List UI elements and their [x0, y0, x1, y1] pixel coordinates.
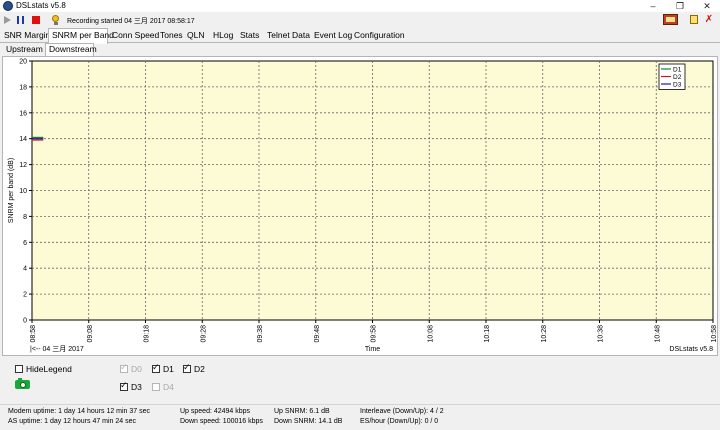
- legend-label-d1: D1: [673, 66, 682, 73]
- chart-frame: 0 2 4 6 8 10 12 14 16 18 20 08:58 09:08 09:18 09:28 09:…: [2, 56, 718, 356]
- legend-label-d3: D3: [673, 81, 682, 88]
- window-title: DSLstats v5.8: [16, 1, 66, 10]
- band-checkbox-d4: D4: [152, 381, 174, 392]
- legend-controls: HideLegend D0 D1 D2 D3 D4: [0, 356, 720, 398]
- modem-uptime: Modem uptime: 1 day 14 hours 12 min 37 s…: [8, 408, 151, 415]
- x-tick-label: 10:18: [484, 325, 491, 343]
- band-label-d3: D3: [131, 381, 142, 392]
- date-label: |<-- 04 三月 2017: [30, 345, 84, 353]
- maximize-button[interactable]: ❐: [667, 0, 693, 12]
- band-box-d3[interactable]: [120, 380, 128, 391]
- pause-icon[interactable]: [17, 16, 24, 24]
- band-label-d0: D0: [131, 363, 142, 374]
- minimize-button[interactable]: –: [640, 0, 666, 12]
- camera-icon[interactable]: [15, 378, 30, 389]
- x-axis-label: Time: [365, 346, 380, 353]
- band-box-d4: [152, 382, 160, 391]
- y-tick-label: 14: [19, 136, 27, 143]
- y-axis-label: SNRM per band (dB): [8, 158, 15, 223]
- snrm-chart: 0 2 4 6 8 10 12 14 16 18 20 08:58 09:08 09:18 09:28 09:…: [8, 59, 717, 354]
- tab-tones[interactable]: Tones: [157, 29, 183, 43]
- y-tick-label: 10: [19, 188, 27, 195]
- app-icon: [3, 1, 13, 11]
- toolbar: Recording started 04 三月 2017 08:58:17 ✗: [0, 12, 720, 28]
- x-tick-label: 09:18: [144, 325, 151, 343]
- band-label-d4: D4: [163, 381, 174, 392]
- x-tick-label: 10:58: [711, 325, 717, 343]
- sub-tabs: Upstream Downstream: [0, 43, 720, 56]
- y-tick-label: 2: [23, 292, 27, 299]
- up-speed: Up speed: 42494 kbps: [180, 408, 251, 415]
- hide-legend-checkbox[interactable]: HideLegend: [15, 363, 72, 374]
- x-tick-label: 10:38: [598, 325, 605, 343]
- close-button[interactable]: ✕: [694, 0, 720, 12]
- tab-snrm-per-band[interactable]: SNRM per Band: [48, 28, 114, 44]
- x-tick-label: 10:48: [654, 325, 661, 343]
- x-tick-label: 09:28: [200, 325, 207, 343]
- report-icon[interactable]: [663, 14, 678, 25]
- tab-snr-margin[interactable]: SNR Margin: [1, 29, 50, 43]
- band-label-d1: D1: [163, 363, 174, 374]
- lightbulb-base: [54, 22, 58, 25]
- x-tick-label: 10:28: [541, 325, 548, 343]
- es-per-hour: ES/hour (Down/Up): 0 / 0: [360, 418, 439, 425]
- y-tick-label: 6: [23, 240, 27, 247]
- status-bar: Modem uptime: 1 day 14 hours 12 min 37 s…: [0, 404, 720, 430]
- band-box-d1[interactable]: [152, 362, 160, 373]
- hide-legend-box[interactable]: [15, 364, 23, 373]
- main-tabs: SNR Margin SNRM per Band Conn Speed Tone…: [0, 28, 720, 44]
- y-tick-label: 0: [23, 318, 27, 325]
- as-uptime: AS uptime: 1 day 12 hours 47 min 24 sec: [8, 418, 137, 425]
- subtab-upstream[interactable]: Upstream: [3, 44, 45, 56]
- y-tick-label: 18: [19, 84, 27, 91]
- band-checkbox-d1[interactable]: D1: [152, 362, 174, 374]
- band-box-d0: [120, 362, 128, 373]
- y-tick-label: 12: [19, 162, 27, 169]
- disconnect-icon[interactable]: ✗: [703, 14, 715, 25]
- y-tick-label: 8: [23, 214, 27, 221]
- band-label-d2: D2: [194, 363, 205, 374]
- x-tick-label: 09:58: [371, 325, 378, 343]
- x-tick-label: 09:38: [257, 325, 264, 343]
- band-checkbox-d2[interactable]: D2: [183, 362, 205, 374]
- watermark-label: DSLstats v5.8: [669, 346, 713, 353]
- y-tick-label: 16: [19, 110, 27, 117]
- band-checkbox-d3[interactable]: D3: [120, 380, 142, 392]
- tab-conn-speed[interactable]: Conn Speed: [109, 29, 159, 43]
- interleave: Interleave (Down/Up): 4 / 2: [360, 408, 444, 415]
- x-tick-label: 09:48: [314, 325, 321, 343]
- x-tick-label: 10:08: [427, 325, 434, 343]
- stop-icon[interactable]: [32, 16, 40, 24]
- legend-label-d2: D2: [673, 74, 682, 81]
- play-icon[interactable]: [4, 16, 11, 24]
- hide-legend-label: HideLegend: [26, 363, 72, 374]
- up-snrm: Up SNRM: 6.1 dB: [274, 408, 330, 415]
- x-tick-label: 09:08: [87, 325, 94, 343]
- x-tick-label: 08:58: [30, 325, 37, 343]
- tab-telnet-data[interactable]: Telnet Data: [264, 29, 311, 43]
- tab-event-log[interactable]: Event Log: [311, 29, 352, 43]
- title-bar: DSLstats v5.8 – ❐ ✕: [0, 0, 720, 12]
- recording-status: Recording started 04 三月 2017 08:58:17: [67, 18, 195, 25]
- tab-hlog[interactable]: HLog: [210, 29, 235, 43]
- tab-stats[interactable]: Stats: [237, 29, 260, 43]
- y-tick-label: 20: [19, 59, 27, 66]
- lightbulb-icon[interactable]: [52, 15, 59, 22]
- tab-qln[interactable]: QLN: [184, 29, 206, 43]
- copy-icon[interactable]: [690, 15, 698, 24]
- down-speed: Down speed: 100016 kbps: [180, 418, 263, 425]
- tab-configuration[interactable]: Configuration: [351, 29, 405, 43]
- band-box-d2[interactable]: [183, 362, 191, 373]
- band-checkbox-d0: D0: [120, 362, 142, 374]
- subtab-downstream[interactable]: Downstream: [45, 43, 97, 56]
- down-snrm: Down SNRM: 14.1 dB: [274, 418, 343, 425]
- y-tick-label: 4: [23, 266, 27, 273]
